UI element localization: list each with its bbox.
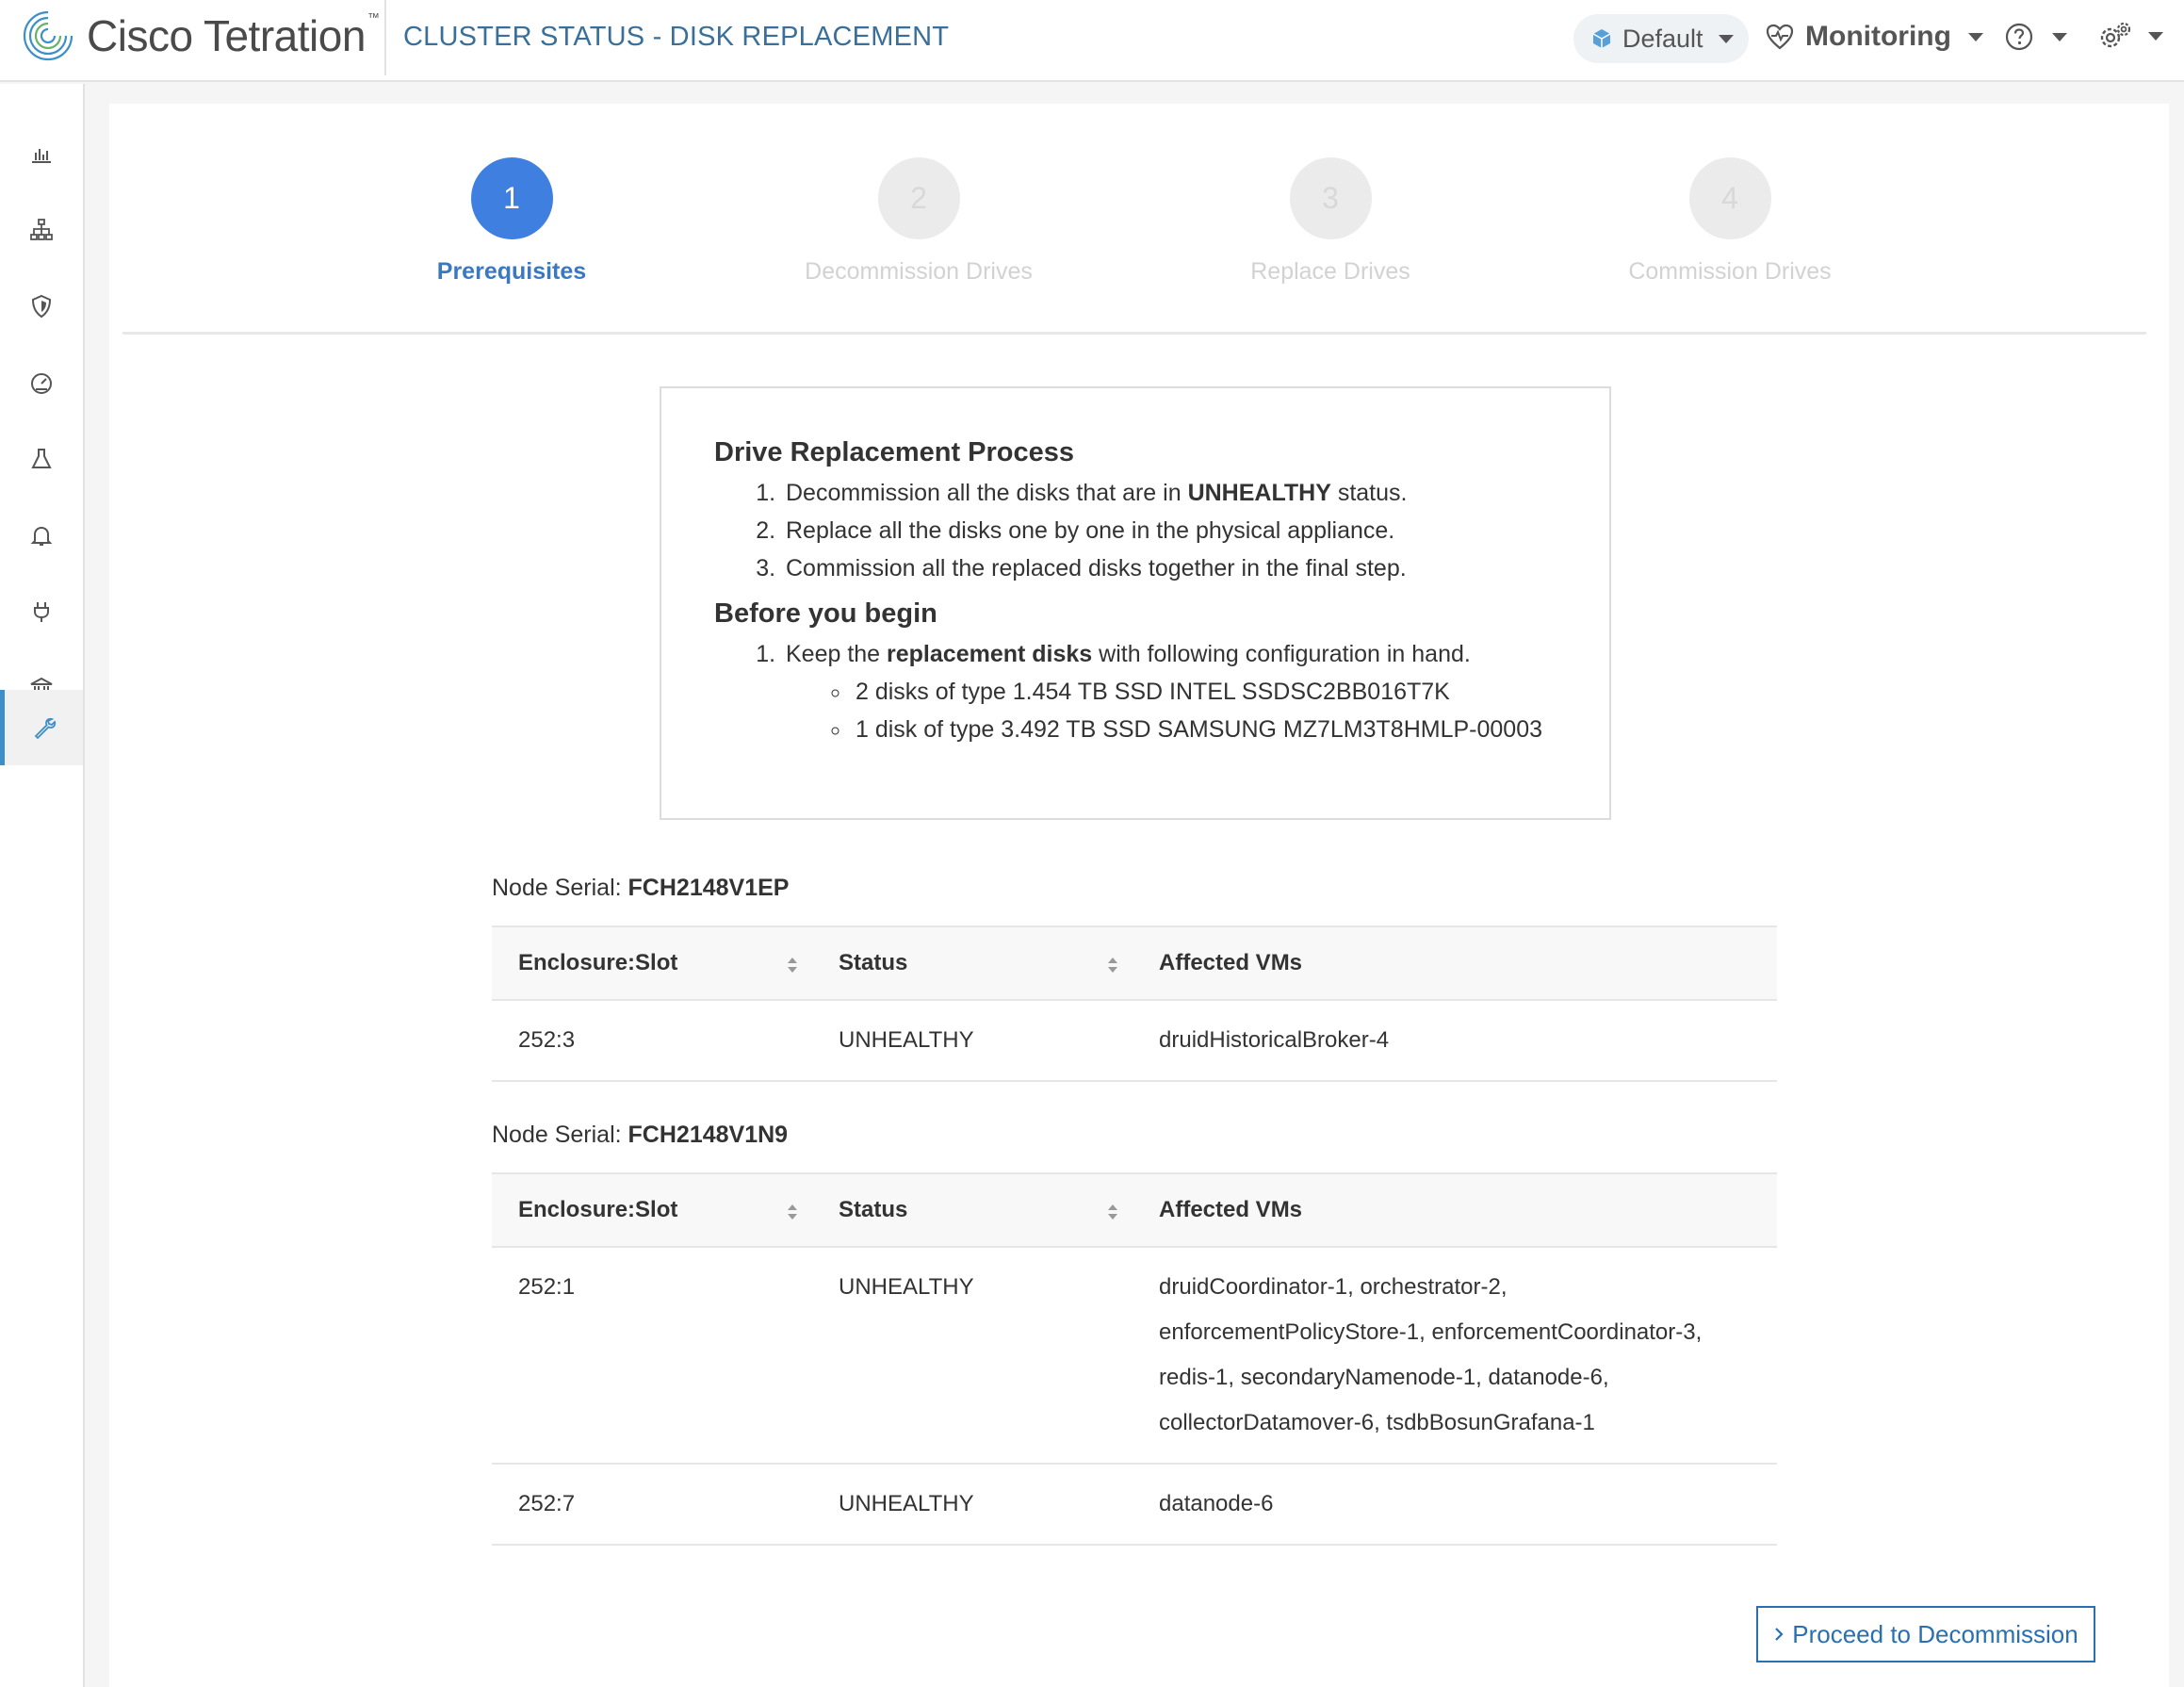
column-header-status[interactable]: Status [812,926,1133,1000]
vms-line: collectorDatamover-6, tsdbBosunGrafana-1 [1159,1410,1595,1435]
vms-cell: druidCoordinator-1, orchestrator-2, enfo… [1133,1247,1777,1464]
process-step: Commission all the replaced disks togeth… [782,549,1557,587]
column-header-slot[interactable]: Enclosure:Slot [492,1173,812,1247]
sidebar-nav [0,84,85,1687]
slot-cell: 252:3 [518,1027,576,1053]
table-header-row: Enclosure:Slot Status Affected VMs [492,1173,1777,1247]
step-number: 3 [1289,157,1372,239]
vms-line: druidCoordinator-1, orchestrator-2, [1159,1274,1508,1300]
column-header-affected-vms: Affected VMs [1159,950,1303,975]
disk-item: 2 disks of type 1.454 TB SSD INTEL SSDSC… [852,673,1557,711]
sidebar-item-topology[interactable] [0,192,83,268]
step-number: 1 [470,157,553,239]
step-replace-drives[interactable]: 3 Replace Drives [1189,157,1472,286]
sort-icon [788,1204,797,1220]
vms-line: redis-1, secondaryNamenode-1, datanode-6… [1159,1365,1609,1390]
sidebar-item-dashboard[interactable] [0,116,83,191]
vms-cell: datanode-6 [1159,1491,1274,1516]
status-cell: UNHEALTHY [839,1274,974,1300]
step-label: Prerequisites [436,258,587,285]
scope-selector[interactable]: Default [1573,14,1749,63]
step-prerequisites[interactable]: 1 Prerequisites [370,157,653,286]
node-serial-label: Node Serial: FCH2148V1EP [492,875,790,901]
step-label: Replace Drives [1250,258,1410,285]
help-menu[interactable] [2005,23,2067,51]
chevron-down-icon [1718,34,1734,43]
brand-name: Cisco Tetration ™ [87,10,380,60]
monitoring-menu[interactable]: Monitoring [1766,21,1983,53]
disk-table: Enclosure:Slot Status Affected VMs 252:3… [492,925,1777,1082]
step-label: Decommission Drives [805,258,1033,285]
table-row: 252:1 UNHEALTHY druidCoordinator-1, orch… [492,1247,1777,1464]
vms-line: enforcementPolicyStore-1, enforcementCoo… [1159,1319,1703,1345]
help-icon [2005,23,2033,51]
slot-cell: 252:7 [518,1491,576,1516]
main-content: 1 Prerequisites 2 Decommission Drives 3 … [109,104,2169,1687]
sort-icon [1108,958,1117,973]
table-header-row: Enclosure:Slot Status Affected VMs [492,926,1777,1000]
shield-icon [31,294,52,319]
sidebar-item-applications[interactable] [0,421,83,497]
node-serial-label: Node Serial: FCH2148V1N9 [492,1122,789,1148]
wrench-icon [34,717,56,740]
gear-icon [2100,22,2131,48]
scope-label: Default [1622,24,1703,53]
tetration-logo-icon [23,10,73,61]
proceed-label: Proceed to Decommission [1792,1619,2078,1648]
bell-icon [30,526,53,546]
table-row: 252:7 UNHEALTHY datanode-6 [492,1464,1777,1545]
header-divider [384,0,386,75]
prereq-steps: Keep the replacement disks with followin… [782,635,1557,748]
column-header-affected-vms: Affected VMs [1159,1197,1303,1222]
step-number: 2 [877,157,960,239]
stepper-divider [122,332,2146,335]
disk-table: Enclosure:Slot Status Affected VMs 252:1… [492,1172,1777,1546]
plug-icon [34,602,49,622]
process-title: Drive Replacement Process [714,437,1075,467]
sidebar-item-alerts[interactable] [0,498,83,573]
status-cell: UNHEALTHY [839,1027,974,1053]
sidebar-item-monitoring[interactable] [0,345,83,420]
step-commission-drives[interactable]: 4 Commission Drives [1589,157,1871,286]
instructions-panel: Drive Replacement Process Decommission a… [660,386,1611,820]
sort-icon [788,958,797,973]
sidebar-item-security[interactable] [0,269,83,344]
chevron-right-icon [1775,1628,1784,1641]
bar-chart-icon [32,149,51,163]
slot-cell: 252:1 [518,1274,576,1300]
process-steps: Decommission all the disks that are in U… [782,474,1557,587]
heart-pulse-icon [1766,24,1794,50]
process-step: Decommission all the disks that are in U… [782,474,1557,512]
settings-menu[interactable] [2097,21,2163,51]
chevron-down-icon [2148,31,2163,41]
sidebar-item-connectors[interactable] [0,574,83,649]
table-row: 252:3 UNHEALTHY druidHistoricalBroker-4 [492,1000,1777,1081]
process-step: Replace all the disks one by one in the … [782,512,1557,549]
monitoring-label: Monitoring [1805,21,1951,52]
cube-icon [1592,29,1611,48]
hierarchy-icon [30,219,53,240]
disk-item: 1 disk of type 3.492 TB SSD SAMSUNG MZ7L… [852,711,1557,748]
chevron-down-icon [1967,32,1983,41]
cisco-tetration-logo[interactable]: Cisco Tetration ™ [21,6,380,66]
step-decommission-drives[interactable]: 2 Decommission Drives [777,157,1060,286]
vms-cell: druidHistoricalBroker-4 [1159,1027,1390,1053]
disk-list: 2 disks of type 1.454 TB SSD INTEL SSDSC… [852,673,1557,748]
step-number: 4 [1688,157,1771,239]
top-bar: Cisco Tetration ™ CLUSTER STATUS - DISK R… [0,0,2184,82]
sort-icon [1108,1204,1117,1220]
column-header-slot[interactable]: Enclosure:Slot [492,926,812,1000]
sidebar-item-maintenance[interactable] [0,690,83,765]
page-title: CLUSTER STATUS - DISK REPLACEMENT [403,22,950,52]
prereq-step: Keep the replacement disks with followin… [782,635,1557,748]
status-cell: UNHEALTHY [839,1491,974,1516]
column-header-status[interactable]: Status [812,1173,1133,1247]
proceed-to-decommission-button[interactable]: Proceed to Decommission [1756,1606,2095,1662]
speedometer-icon [31,373,52,394]
before-you-begin-title: Before you begin [714,598,937,629]
chevron-down-icon [2052,32,2067,41]
step-label: Commission Drives [1628,258,1832,285]
flask-icon [31,449,52,468]
